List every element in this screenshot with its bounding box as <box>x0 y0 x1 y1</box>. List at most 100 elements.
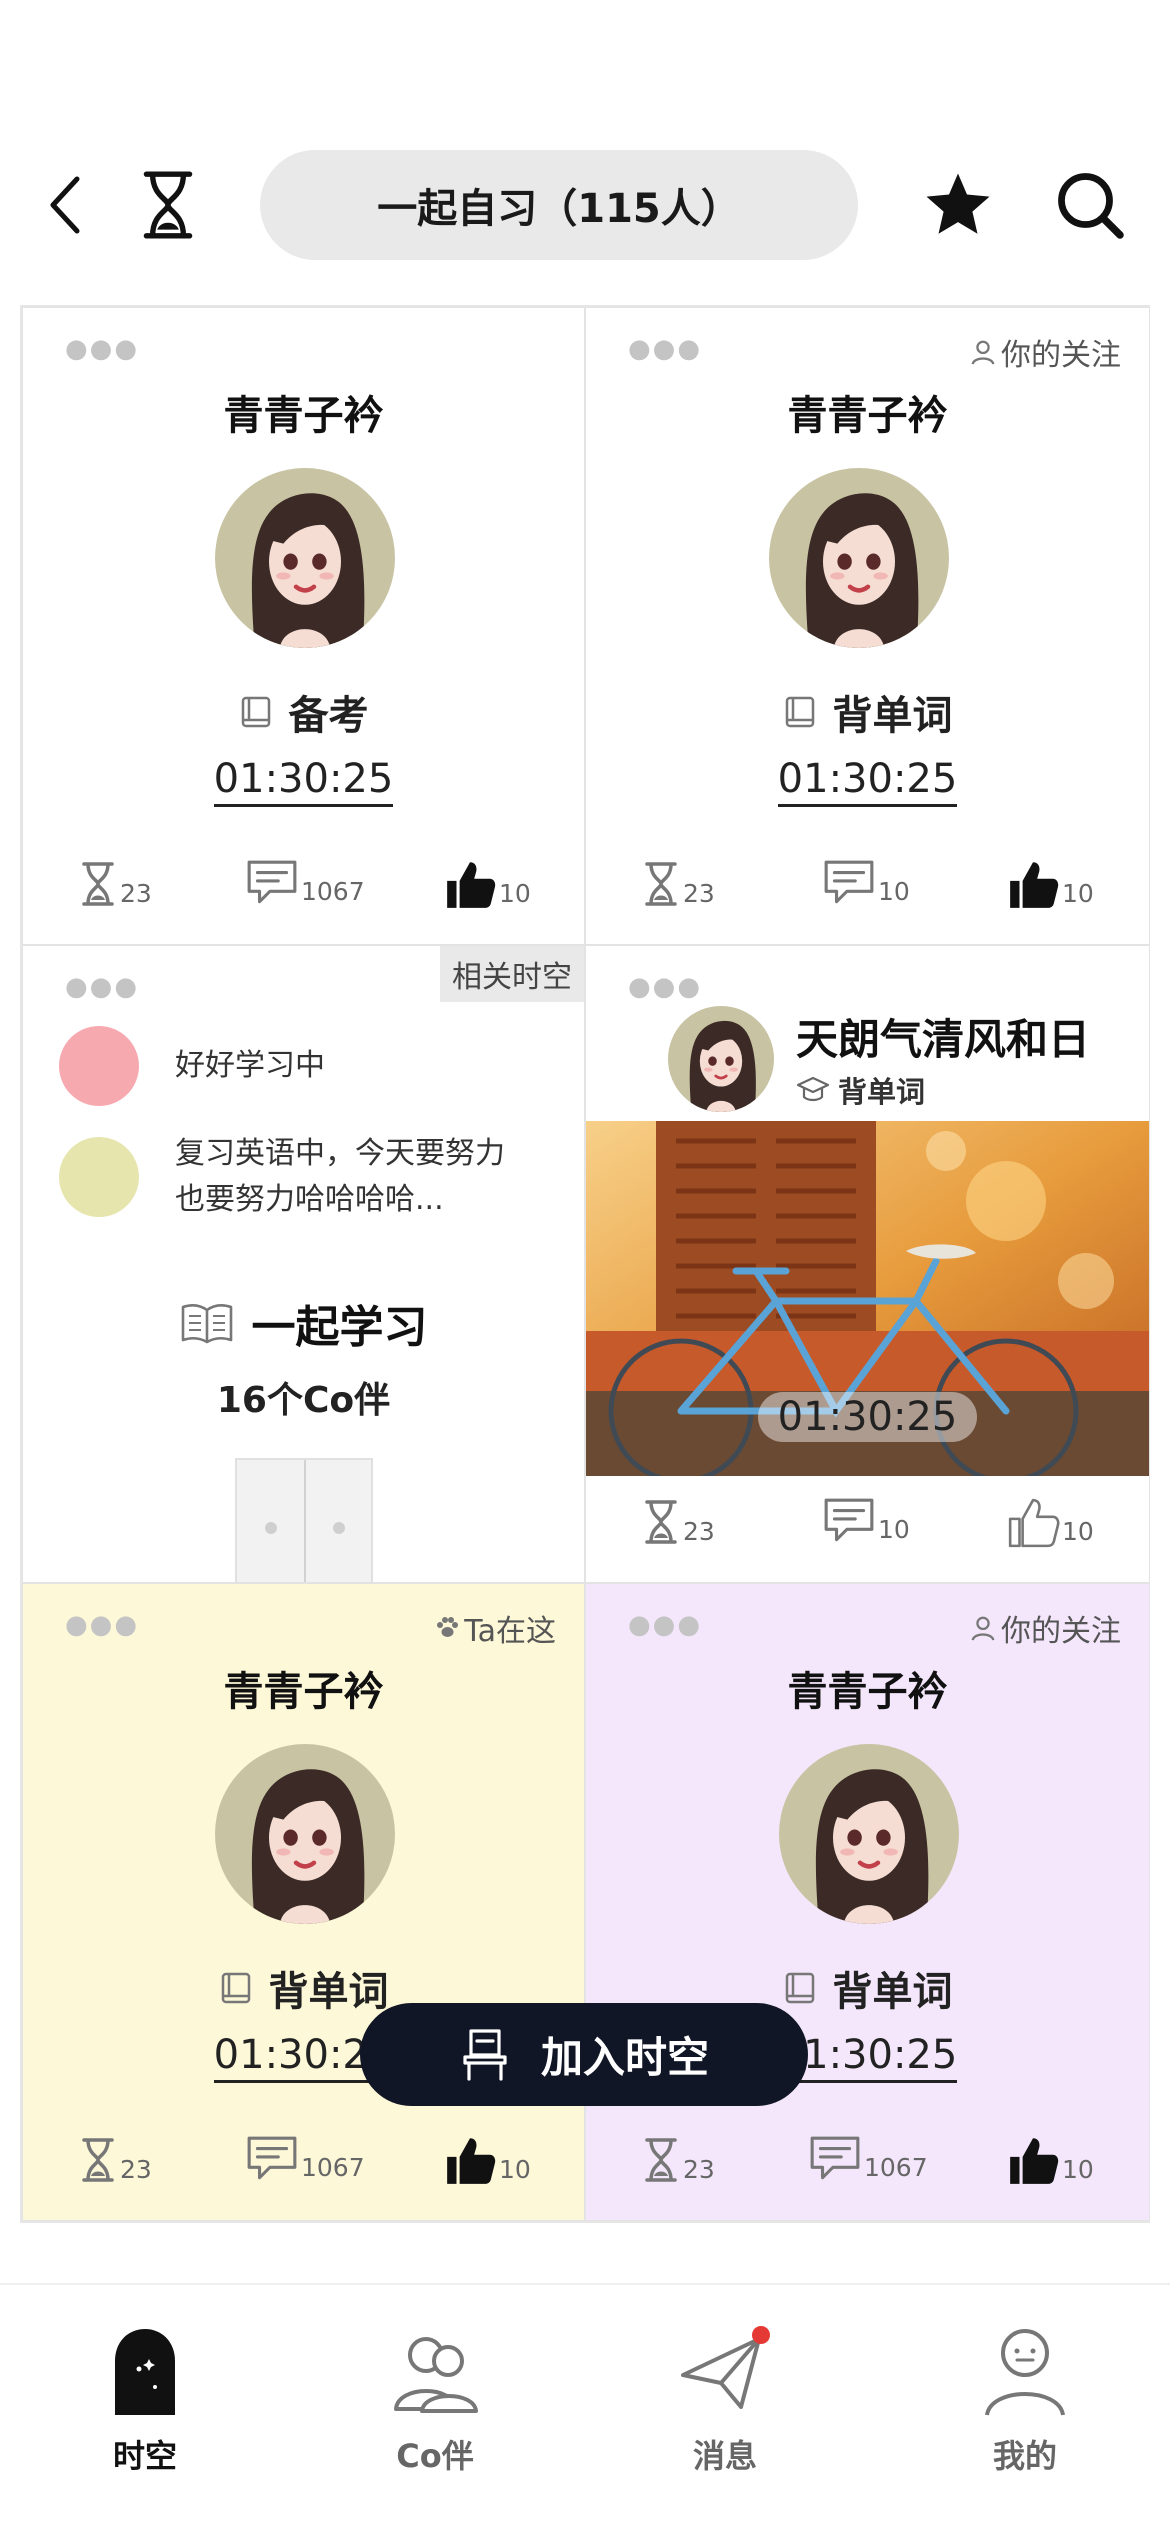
comment-stat[interactable]: 1067 <box>245 858 365 908</box>
top-bar: 一起自习（115人） <box>0 0 1170 300</box>
book-icon <box>783 1970 819 2006</box>
nav-item-timespace[interactable]: 时空 <box>45 2325 245 2495</box>
companions-icon <box>394 2337 478 2413</box>
bottom-nav: 时空 Co伴 消息 我的 <box>0 2283 1170 2532</box>
join-room-button[interactable]: 加入时空 <box>360 2003 808 2106</box>
nav-item-messages[interactable]: 消息 <box>625 2325 825 2495</box>
open-book-icon <box>181 1304 232 1344</box>
profile-icon <box>985 2329 1065 2416</box>
more-options-icon[interactable]: ●●● <box>65 336 139 362</box>
nav-item-companions[interactable]: Co伴 <box>335 2325 535 2495</box>
thumbs-up-icon <box>443 2134 497 2186</box>
study-card[interactable]: ●●● 青青子衿 备考 01:30:25 23 1067 10 <box>22 307 585 945</box>
study-card[interactable]: ●●● 你的关注 青青子衿 背单词 01:30:25 23 10 10 <box>585 307 1150 945</box>
study-room-grid: ●●● 青青子衿 备考 01:30:25 23 1067 10 ●●● 你的关注… <box>20 305 1150 2223</box>
room-member-count: 16个Co伴 <box>216 1380 391 1421</box>
avatar[interactable] <box>215 1744 395 1924</box>
related-room-card[interactable]: ●●● 相关时空 好好学习中 复习英语中，今天要努力也要努力哈哈哈哈... 一起… <box>22 945 585 1583</box>
more-options-icon[interactable]: ●●● <box>65 974 139 1000</box>
study-card[interactable]: ●●● Ta在这 青青子衿 背单词 01:30:25 23 1067 10 <box>22 1583 585 2221</box>
hourglass-stat[interactable]: 23 <box>641 858 715 910</box>
study-card[interactable]: ●●● 你的关注 青青子衿 背单词 01:30:25 23 1067 10 <box>585 1583 1150 2221</box>
hourglass-stat[interactable]: 23 <box>78 858 152 910</box>
card-stats: 23 1067 10 <box>586 2134 1149 2204</box>
graduation-cap-icon <box>796 1076 830 1102</box>
card-stats: 23 10 10 <box>586 1496 1149 1566</box>
study-timer: 01:30:25 <box>586 1392 1149 1442</box>
comment-stat[interactable]: 1067 <box>245 2134 365 2184</box>
hourglass-stat[interactable]: 23 <box>641 1496 715 1548</box>
hourglass-icon <box>78 2134 118 2186</box>
following-tag: 你的关注 <box>969 330 1121 374</box>
room-title: 一起学习 <box>23 1291 584 1355</box>
message-dot <box>59 1026 139 1106</box>
like-stat[interactable]: 10 <box>1006 858 1094 910</box>
avatar[interactable] <box>779 1744 959 1924</box>
hourglass-icon <box>78 858 118 910</box>
more-options-icon[interactable]: ●●● <box>628 336 702 362</box>
more-options-icon[interactable]: ●●● <box>628 1612 702 1638</box>
hourglass-icon <box>641 2134 681 2186</box>
more-options-icon[interactable]: ●●● <box>65 1612 139 1638</box>
portal-icon <box>115 2329 175 2415</box>
thumbs-up-icon <box>1006 2134 1060 2186</box>
user-name: 青青子衿 <box>223 393 384 439</box>
user-name: 天朗气清风和日 <box>796 1015 1091 1064</box>
book-icon <box>783 694 819 730</box>
notification-dot <box>752 2326 770 2344</box>
comment-icon <box>822 858 876 908</box>
user-icon <box>969 1614 997 1642</box>
more-options-icon[interactable]: ●●● <box>628 974 702 1000</box>
room-title: 一起自习（115人） <box>377 186 741 232</box>
comment-stat[interactable]: 10 <box>822 858 910 908</box>
hourglass-stat[interactable]: 23 <box>641 2134 715 2186</box>
thumbs-up-outline-icon <box>1006 1496 1060 1548</box>
message-item: 好好学习中 <box>59 1026 525 1106</box>
user-name: 青青子衿 <box>787 393 948 439</box>
message-dot <box>59 1137 139 1217</box>
seat-icon <box>463 2028 507 2081</box>
book-icon <box>219 1970 255 2006</box>
avatar[interactable] <box>668 1006 774 1112</box>
hourglass-stat[interactable]: 23 <box>78 2134 152 2186</box>
study-timer: 01:30:25 <box>586 756 1149 807</box>
comment-stat[interactable]: 10 <box>822 1496 910 1546</box>
user-name: 青青子衿 <box>787 1669 948 1715</box>
avatar[interactable] <box>215 468 395 648</box>
study-subject: 背单词 <box>796 1069 925 1111</box>
comment-icon <box>245 2134 299 2184</box>
message-item: 复习英语中，今天要努力也要努力哈哈哈哈... <box>59 1131 525 1223</box>
study-subject: 背单词 <box>586 683 1149 741</box>
study-subject: 备考 <box>23 683 584 741</box>
comment-icon <box>808 2134 862 2184</box>
study-timer: 01:30:25 <box>23 756 584 807</box>
search-button[interactable] <box>1045 160 1135 250</box>
hourglass-icon <box>641 1496 681 1548</box>
hourglass-icon <box>137 168 199 242</box>
nav-item-profile[interactable]: 我的 <box>925 2325 1125 2495</box>
avatar[interactable] <box>769 468 949 648</box>
timer-button[interactable] <box>128 160 208 250</box>
user-icon <box>969 338 997 366</box>
like-stat[interactable]: 10 <box>443 858 531 910</box>
thumbs-up-icon <box>1006 858 1060 910</box>
comment-stat[interactable]: 1067 <box>808 2134 928 2184</box>
card-stats: 23 1067 10 <box>23 2134 584 2204</box>
chevron-left-icon <box>50 176 80 234</box>
related-tag: 相关时空 <box>440 946 584 1002</box>
back-button[interactable] <box>30 165 100 245</box>
favorite-button[interactable] <box>918 160 998 250</box>
book-icon <box>239 694 275 730</box>
comment-icon <box>822 1496 876 1546</box>
door-icon[interactable] <box>235 1458 373 1582</box>
study-card[interactable]: ●●● 天朗气清风和日 背单词 01:30:25 23 10 10 <box>585 945 1150 1583</box>
like-stat[interactable]: 10 <box>1006 1496 1094 1548</box>
hourglass-icon <box>641 858 681 910</box>
card-stats: 23 1067 10 <box>23 858 584 928</box>
room-title-pill[interactable]: 一起自习（115人） <box>260 150 858 260</box>
here-tag: Ta在这 <box>434 1606 556 1650</box>
like-stat[interactable]: 10 <box>1006 2134 1094 2186</box>
star-icon <box>926 173 990 234</box>
like-stat[interactable]: 10 <box>443 2134 531 2186</box>
paw-icon <box>437 1617 459 1637</box>
